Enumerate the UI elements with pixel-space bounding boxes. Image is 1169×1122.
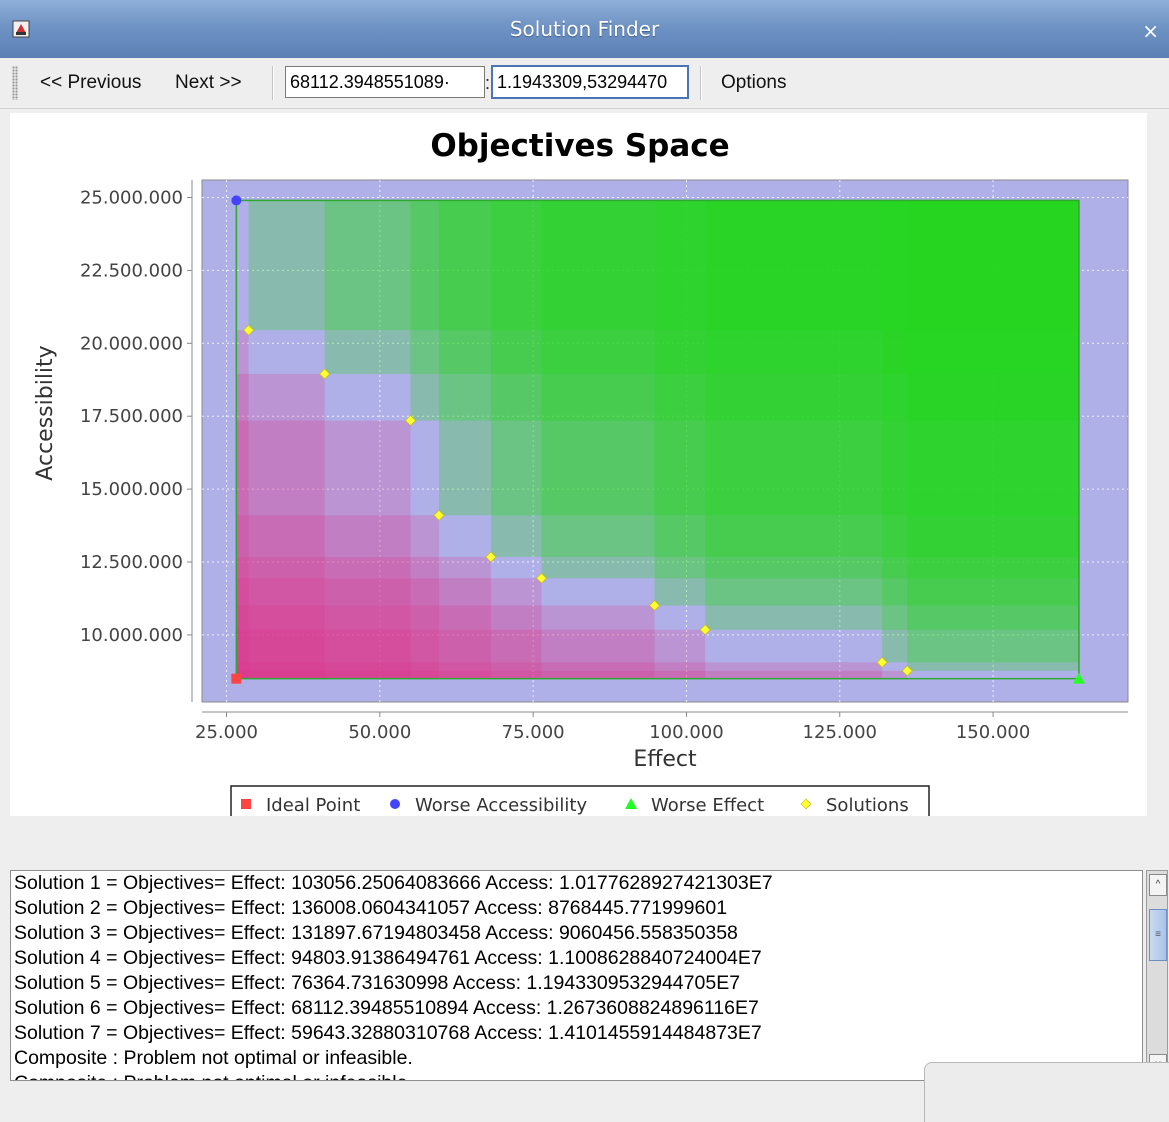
y-tick-label: 20.000.000 — [80, 333, 183, 354]
solutions-log[interactable]: Solution 1 = Objectives= Effect: 103056.… — [10, 870, 1143, 1081]
toolbar-separator — [700, 66, 702, 100]
field-colon: : — [485, 73, 491, 93]
legend-marker-worse-accessibility — [390, 799, 400, 809]
chart-legend: Ideal Point Worse Accessibility Worse Effe… — [230, 785, 930, 819]
log-line: Solution 5 = Objectives= Effect: 76364.7… — [14, 972, 741, 994]
previous-button[interactable]: << Previous — [40, 66, 141, 100]
x-tick-label: 100.000 — [649, 722, 723, 743]
y-tick-label: 12.500.000 — [80, 552, 183, 573]
title-bar: Solution Finder × — [0, 0, 1169, 59]
log-scrollbar[interactable]: ^ ≡ v — [1146, 870, 1168, 1080]
x-tick-label: 75.000 — [502, 722, 565, 743]
chart-panel: Objectives Space 25.000 50.000 75.000 100.0… — [10, 113, 1147, 819]
log-line: Solution 2 = Objectives= Effect: 136008.… — [14, 897, 728, 919]
toolbar: << Previous Next >> 68112.3948551089· : … — [0, 58, 1169, 109]
x-tick-label: 125.000 — [803, 722, 877, 743]
legend-label: Solutions — [826, 795, 909, 816]
dominated-region — [248, 200, 1079, 331]
dominating-region — [236, 373, 325, 679]
y-tick-label: 22.500.000 — [80, 260, 183, 281]
y-tick-label: 10.000.000 — [80, 625, 183, 646]
log-line: Solution 6 = Objectives= Effect: 68112.3… — [14, 997, 759, 1019]
y-tick-label: 17.500.000 — [80, 406, 183, 427]
x-tick-label: 25.000 — [195, 722, 258, 743]
legend-marker-ideal-point — [241, 799, 251, 809]
legend-label: Worse Effect — [651, 795, 764, 816]
objectives-space-chart: Objectives Space 25.000 50.000 75.000 100.0… — [33, 128, 1129, 819]
y-axis-label: Accessibility — [33, 345, 58, 480]
x-axis-label: Effect — [633, 747, 697, 772]
x-tick-label: 50.000 — [348, 722, 411, 743]
window-left-edge — [0, 58, 8, 1121]
y-tick-label: 15.000.000 — [80, 479, 183, 500]
scroll-up-icon[interactable]: ^ — [1149, 874, 1167, 896]
chart-footer-gap — [0, 816, 1169, 868]
toolbar-separator — [272, 66, 274, 100]
worse-accessibility-point — [231, 195, 242, 206]
scroll-thumb[interactable]: ≡ — [1149, 909, 1167, 961]
x-tick-label: 150.000 — [956, 722, 1030, 743]
close-icon[interactable]: × — [1142, 19, 1159, 43]
ideal-point-point — [231, 673, 242, 684]
legend-label: Worse Accessibility — [415, 795, 587, 816]
access-value-field[interactable]: 1.1943309,53294470 — [491, 65, 689, 99]
chart-title: Objectives Space — [430, 128, 729, 164]
log-line: Solution 4 = Objectives= Effect: 94803.9… — [14, 947, 762, 969]
dominating-region — [236, 330, 249, 679]
legend-label: Ideal Point — [266, 795, 360, 816]
log-line: Solution 7 = Objectives= Effect: 59643.3… — [14, 1022, 762, 1044]
window-title: Solution Finder — [509, 17, 660, 41]
status-panel-tab[interactable] — [924, 1062, 1169, 1122]
log-line: Solution 3 = Objectives= Effect: 131897.… — [14, 922, 738, 944]
options-button[interactable]: Options — [721, 66, 786, 100]
effect-value-field[interactable]: 68112.3948551089· — [285, 66, 485, 98]
toolbar-grip-icon[interactable] — [12, 66, 18, 100]
y-tick-label: 25.000.000 — [80, 187, 183, 208]
next-button[interactable]: Next >> — [175, 66, 242, 100]
log-line: Solution 1 = Objectives= Effect: 103056.… — [14, 872, 773, 894]
